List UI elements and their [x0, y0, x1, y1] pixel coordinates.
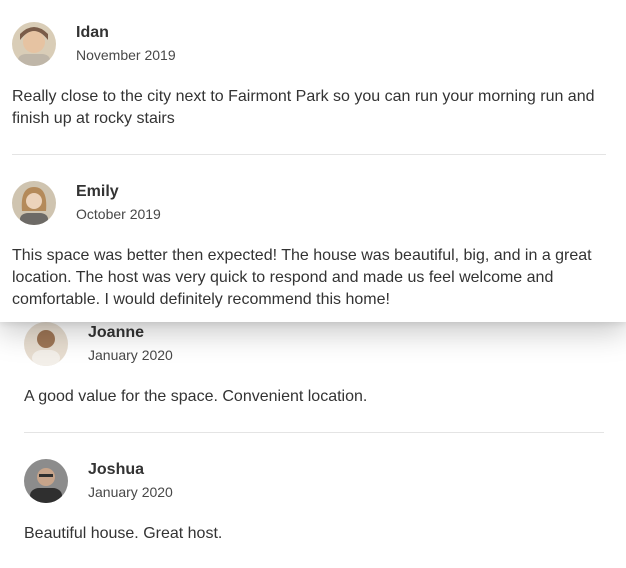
reviewer-avatar[interactable] [24, 322, 68, 366]
reviewer-avatar[interactable] [24, 459, 68, 503]
reviewer-name: Joshua [88, 461, 145, 478]
review-text: Beautiful house. Great host. [24, 525, 223, 542]
reviews-page: Joanne January 2020 A good value for the… [0, 0, 626, 568]
review-header: Idan November 2019 [12, 20, 606, 68]
card-reviews: Idan November 2019 Really close to the c… [12, 20, 606, 311]
review-text: This space was better then expected! The… [12, 247, 592, 308]
reviewer-meta: Joanne January 2020 [88, 323, 173, 365]
reviews-list: Joanne January 2020 A good value for the… [24, 320, 604, 545]
reviewer-avatar[interactable] [12, 181, 56, 225]
review-date: January 2020 [88, 347, 173, 363]
review-item: Joshua January 2020 Beautiful house. Gre… [24, 457, 604, 545]
review-divider [24, 432, 604, 433]
review-header: Joshua January 2020 [24, 457, 604, 505]
reviewer-meta: Emily October 2019 [76, 182, 161, 224]
review-text: A good value for the space. Convenient l… [24, 388, 368, 405]
reviewer-name: Joanne [88, 324, 145, 341]
review-card: Idan November 2019 Really close to the c… [0, 0, 626, 322]
reviewer-name: Idan [76, 24, 109, 41]
reviewer-meta: Idan November 2019 [76, 23, 176, 65]
review-item: Idan November 2019 Really close to the c… [12, 20, 606, 155]
review-text: Really close to the city next to Fairmon… [12, 88, 595, 127]
review-date: January 2020 [88, 484, 173, 500]
review-date: October 2019 [76, 206, 161, 222]
review-header: Joanne January 2020 [24, 320, 604, 368]
review-divider [12, 154, 606, 155]
reviewer-name: Emily [76, 183, 119, 200]
reviewer-meta: Joshua January 2020 [88, 460, 173, 502]
review-date: November 2019 [76, 47, 176, 63]
review-item: Emily October 2019 This space was better… [12, 179, 606, 311]
review-header: Emily October 2019 [12, 179, 606, 227]
review-item: Joanne January 2020 A good value for the… [24, 320, 604, 433]
reviewer-avatar[interactable] [12, 22, 56, 66]
